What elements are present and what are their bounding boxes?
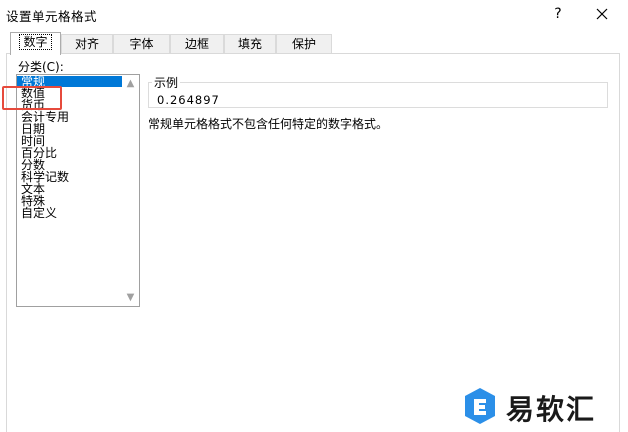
format-description: 常规单元格格式不包含任何特定的数字格式。 <box>148 117 389 131</box>
scroll-down-icon[interactable]: ▼ <box>122 289 139 306</box>
category-label: 分类(C): <box>18 60 64 74</box>
watermark-icon <box>465 388 495 424</box>
category-scrollbar[interactable]: ▲ ▼ <box>122 75 139 306</box>
tab-border[interactable]: 边框 <box>170 34 224 53</box>
tab-font[interactable]: 字体 <box>113 34 170 53</box>
tab-fill[interactable]: 填充 <box>224 34 276 53</box>
list-item-custom[interactable]: 自定义 <box>17 207 122 219</box>
help-button[interactable]: ? <box>548 4 568 24</box>
scroll-up-icon[interactable]: ▲ <box>122 75 139 92</box>
sample-legend: 示例 <box>152 74 181 91</box>
dialog-title: 设置单元格格式 <box>6 9 98 24</box>
watermark-text: 易软汇 <box>506 393 597 426</box>
watermark-logo: 易软汇 <box>458 384 628 430</box>
tab-number[interactable]: 数字 <box>10 32 61 55</box>
close-button[interactable] <box>590 2 614 26</box>
tab-alignment[interactable]: 对齐 <box>61 34 113 53</box>
sample-value: 0.264897 <box>157 93 220 107</box>
highlight-annotation <box>2 86 62 110</box>
tab-protection[interactable]: 保护 <box>276 34 332 53</box>
title-bar: 设置单元格格式 ? <box>0 0 628 30</box>
tab-strip: 数字 对齐 字体 边框 填充 保护 <box>0 30 628 55</box>
close-icon <box>596 8 608 20</box>
